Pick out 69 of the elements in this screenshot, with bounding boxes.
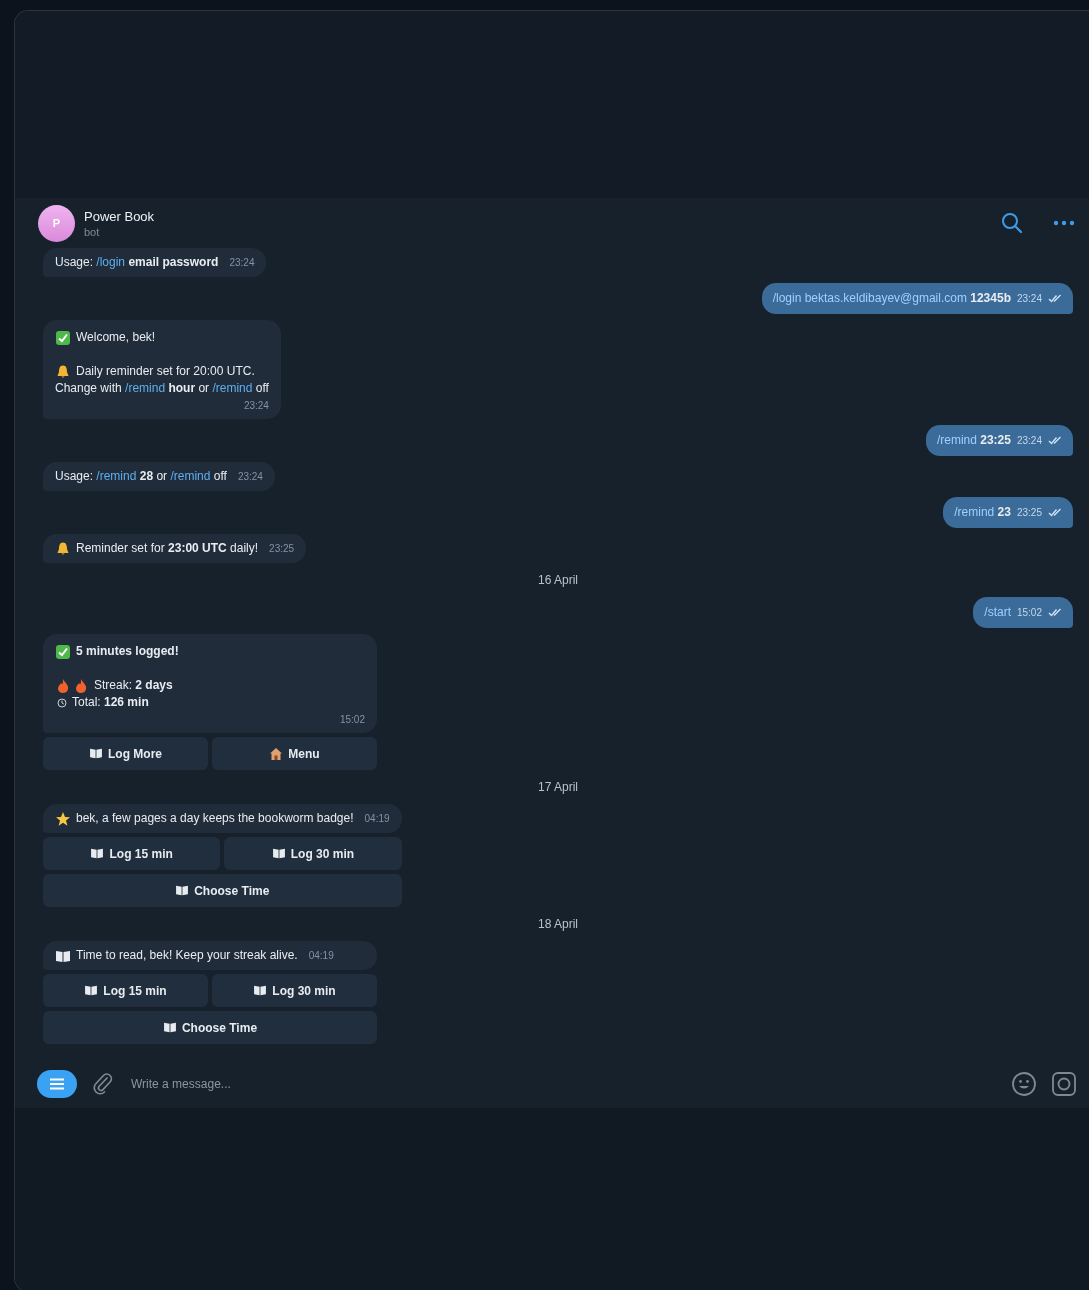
book-icon (84, 985, 99, 996)
command-link[interactable]: /login (96, 255, 126, 269)
command-link[interactable]: /remind (212, 381, 253, 395)
book-icon (175, 885, 190, 896)
message-text: Welcome, bek! (76, 329, 156, 346)
keyboard-button[interactable]: Log More (43, 737, 208, 770)
command-link[interactable]: /login bektas.keldibayev@gmail.com (772, 291, 967, 305)
search-icon[interactable] (1000, 211, 1024, 235)
message-text: 5 minutes logged! (76, 643, 179, 660)
command-link[interactable]: /remind (954, 505, 995, 519)
date-label: 17 April (538, 780, 578, 794)
check-icon (55, 329, 71, 346)
message-input[interactable]: Write a message... (129, 1076, 997, 1092)
message-text: Reminder set for 23:00 UTC daily! (76, 540, 259, 557)
chat-name: Power Book (84, 208, 156, 224)
message-text: /remind 23 (954, 504, 1011, 521)
keyboard-button[interactable]: Log 30 min (212, 974, 377, 1007)
message-time: 04:19 (364, 812, 390, 826)
keyboard-button[interactable]: Choose Time (43, 1011, 377, 1044)
menu-button[interactable] (37, 1070, 77, 1098)
chat-status: bot (84, 225, 101, 238)
check-icon (55, 643, 71, 660)
book-icon (271, 848, 286, 859)
menu-icon (49, 1078, 65, 1090)
message-time: 15:02 (1016, 606, 1042, 620)
date-label: 16 April (538, 573, 578, 587)
keyboard-button[interactable]: Log 15 min (43, 974, 208, 1007)
keyboard-button[interactable]: Choose Time (43, 874, 402, 907)
message-text: Change with /remind hour or /remind off (55, 380, 269, 397)
book-icon (89, 748, 103, 759)
keyboard-button[interactable]: Menu (212, 737, 377, 770)
book-icon (253, 985, 268, 996)
message-time: 23:25 (1016, 506, 1042, 520)
message-time: 15:02 (339, 713, 365, 727)
house-icon (269, 746, 284, 761)
date-label: 18 April (538, 917, 578, 931)
command-link[interactable]: /remind (125, 381, 166, 395)
message-text: bek, a few pages a day keeps the bookworm badge! (76, 810, 354, 827)
message-text: Usage: /remind 28 or /remind off (55, 468, 227, 485)
message-text: Streak: 2 days (94, 677, 173, 694)
message-time: 23:25 (269, 542, 295, 556)
clock-icon (57, 697, 67, 708)
command-link[interactable]: /remind (96, 469, 137, 483)
book-icon (55, 948, 71, 963)
camera-icon[interactable] (1051, 1071, 1077, 1097)
keyboard-button[interactable]: Log 30 min (224, 837, 402, 870)
message-time: 23:24 (1016, 292, 1042, 306)
message-time: 23:24 (243, 399, 269, 413)
message-time: 23:24 (229, 256, 255, 270)
message-text: Total: 126 min (72, 694, 149, 711)
attach-icon[interactable] (91, 1072, 115, 1096)
book-icon (162, 1022, 177, 1033)
message-text: Daily reminder set for 20:00 UTC. (76, 363, 255, 380)
more-icon[interactable] (1053, 220, 1075, 226)
message-text: Time to read, bek! Keep your streak alive. (76, 947, 298, 964)
message-time: 23:24 (1016, 434, 1042, 448)
command-link[interactable]: /remind (170, 469, 211, 483)
fire-icon (55, 677, 89, 694)
command-link[interactable]: /start (984, 605, 1011, 619)
star-icon (55, 810, 71, 827)
message-text: /remind 23:25 (936, 432, 1011, 449)
message-time: 04:19 (308, 949, 334, 963)
message-text: /login bektas.keldibayev@gmail.com 12345b (772, 290, 1011, 307)
emoji-icon[interactable] (1011, 1071, 1037, 1097)
message-text: Usage: /login email password (55, 254, 219, 271)
command-link[interactable]: /remind (936, 433, 977, 447)
book-icon (90, 848, 105, 859)
keyboard-button[interactable]: Log 15 min (43, 837, 221, 870)
message-time: 23:24 (237, 470, 263, 484)
